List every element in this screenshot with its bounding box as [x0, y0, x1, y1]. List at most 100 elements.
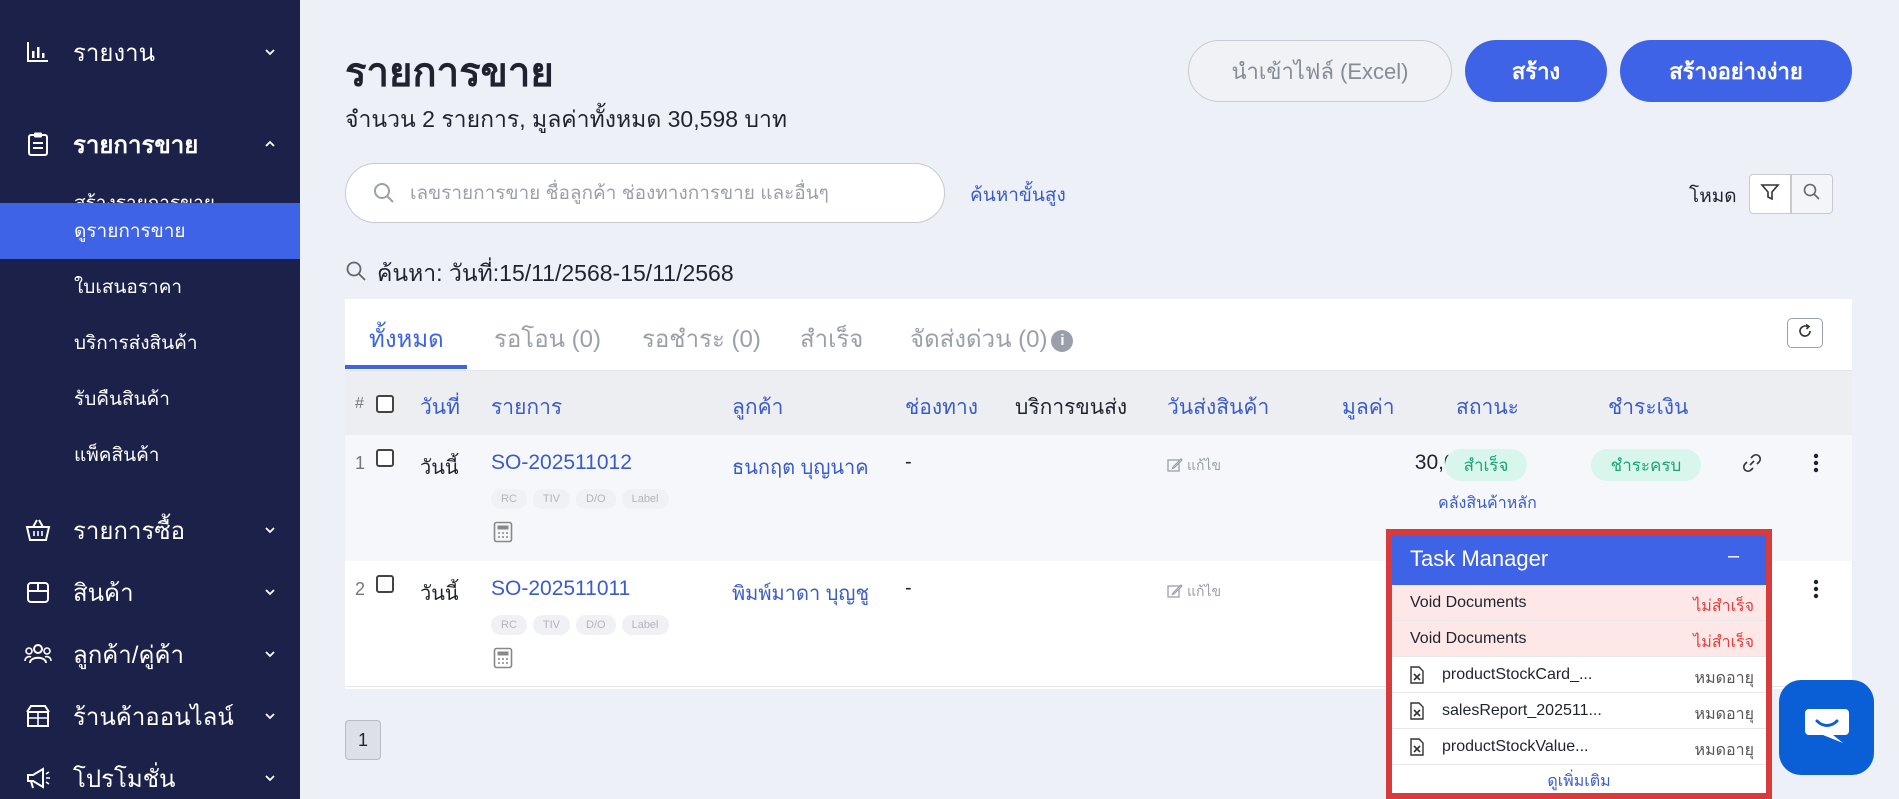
col-status[interactable]: สถานะ — [1456, 391, 1519, 424]
col-payment[interactable]: ชำระเงิน — [1608, 391, 1688, 424]
file-name: productStockValue... — [1442, 738, 1589, 755]
sidebar-item-label: รายการขาย — [73, 131, 199, 159]
search-box — [345, 163, 945, 223]
tab-express-shipping[interactable]: จัดส่งด่วน (0) i — [910, 319, 1074, 358]
warehouse-link[interactable]: คลังสินค้าหลัก — [1438, 491, 1537, 516]
tag-label[interactable]: Label — [621, 489, 669, 509]
payment-badge: ชำระครบ — [1591, 449, 1701, 481]
import-excel-button[interactable]: นำเข้าไฟล์ (Excel) — [1188, 40, 1452, 102]
tab-express-label: จัดส่งด่วน (0) — [910, 326, 1048, 353]
tab-pending-payment[interactable]: รอชำระ (0) — [642, 319, 761, 358]
tag-label[interactable]: Label — [621, 615, 669, 635]
view-more-link[interactable]: ดูเพิ่มเติม — [1392, 769, 1766, 793]
task-status: ไม่สำเร็จ — [1693, 598, 1754, 615]
tab-active-indicator — [345, 365, 467, 369]
tag-rc[interactable]: RC — [491, 489, 527, 509]
simple-create-button[interactable]: สร้างอย่างง่าย — [1620, 40, 1852, 102]
search-icon — [1802, 182, 1822, 207]
edit-ship-date[interactable]: แก้ไข — [1167, 455, 1221, 477]
page-title: รายการขาย — [345, 51, 554, 95]
task-manager-header[interactable]: Task Manager – — [1392, 535, 1766, 585]
mode-label: โหมด — [1689, 186, 1737, 207]
row-number: 1 — [355, 453, 366, 473]
search-mode-button[interactable] — [1791, 174, 1833, 214]
order-link[interactable]: SO-202511012 — [491, 451, 632, 475]
edit-icon — [1167, 457, 1183, 476]
sidebar-subitem-delivery[interactable]: บริการส่งสินค้า — [0, 315, 300, 371]
page-summary: จำนวน 2 รายการ, มูลค่าทั้งหมด 30,598 บาท — [345, 106, 788, 132]
search-input[interactable] — [410, 178, 930, 210]
sidebar-item-promotions[interactable]: โปรโมชั่น — [0, 750, 300, 799]
select-all-checkbox[interactable] — [376, 395, 394, 413]
sidebar-item-customers[interactable]: ลูกค้า/คู่ค้า — [0, 626, 300, 682]
document-tags: RC TIV D/O Label — [491, 615, 669, 635]
file-item[interactable]: salesReport_202511... หมดอายุ — [1392, 693, 1766, 729]
calculator-icon[interactable] — [493, 521, 513, 548]
row-checkbox[interactable] — [376, 575, 394, 593]
file-item[interactable]: productStockCard_... หมดอายุ — [1392, 657, 1766, 693]
file-status: หมดอายุ — [1694, 670, 1754, 687]
create-button[interactable]: สร้าง — [1465, 40, 1607, 102]
table-header: # วันที่ รายการ ลูกค้า ช่องทาง บริการขนส… — [345, 371, 1852, 435]
calculator-icon[interactable] — [493, 647, 513, 674]
tag-do[interactable]: D/O — [576, 489, 616, 509]
chevron-up-icon — [262, 136, 278, 152]
customer-link[interactable]: พิมพ์มาดา บุญชู — [732, 577, 869, 609]
col-order[interactable]: รายการ — [491, 391, 562, 424]
store-icon — [24, 702, 52, 730]
excel-file-icon — [1410, 666, 1424, 689]
file-name: salesReport_202511... — [1442, 702, 1602, 719]
box-icon — [24, 578, 52, 606]
sidebar-item-purchases[interactable]: รายการซื้อ — [0, 502, 300, 558]
task-manager-panel: Task Manager – Void Documents ไม่สำเร็จ … — [1386, 529, 1772, 799]
task-item[interactable]: Void Documents ไม่สำเร็จ — [1392, 585, 1766, 621]
task-item[interactable]: Void Documents ไม่สำเร็จ — [1392, 621, 1766, 657]
refresh-button[interactable] — [1787, 318, 1823, 348]
tab-bar: ทั้งหมด รอโอน (0) รอชำระ (0) สำเร็จ จัดส… — [345, 299, 1852, 371]
tab-completed[interactable]: สำเร็จ — [800, 319, 863, 358]
edit-icon — [1167, 583, 1183, 602]
col-ship-date[interactable]: วันส่งสินค้า — [1167, 391, 1269, 424]
tag-rc[interactable]: RC — [491, 615, 527, 635]
tag-do[interactable]: D/O — [576, 615, 616, 635]
link-icon[interactable] — [1742, 453, 1762, 478]
sidebar-subitem-packing[interactable]: แพ็คสินค้า — [0, 427, 300, 483]
sidebar-item-online-store[interactable]: ร้านค้าออนไลน์ — [0, 688, 300, 744]
edit-label: แก้ไข — [1187, 457, 1222, 473]
col-amount[interactable]: มูลค่า — [1342, 391, 1395, 424]
advanced-search-link[interactable]: ค้นหาขั้นสูง — [970, 180, 1066, 210]
tab-all[interactable]: ทั้งหมด — [369, 319, 444, 358]
col-channel[interactable]: ช่องทาง — [905, 391, 978, 424]
filter-mode-button[interactable] — [1749, 174, 1791, 214]
sidebar-item-products[interactable]: สินค้า — [0, 564, 300, 620]
sidebar-item-sales[interactable]: รายการขาย — [0, 116, 300, 172]
edit-ship-date[interactable]: แก้ไข — [1167, 581, 1221, 603]
col-num: # — [355, 395, 364, 412]
sidebar-subitem-view-sales[interactable]: ดูรายการขาย — [0, 203, 300, 259]
row-menu-icon[interactable] — [1813, 579, 1819, 603]
row-checkbox[interactable] — [376, 449, 394, 467]
tag-tiv[interactable]: TIV — [532, 615, 571, 635]
sidebar-subitem-quotation[interactable]: ใบเสนอราคา — [0, 259, 300, 315]
tab-pending-transfer[interactable]: รอโอน (0) — [494, 319, 601, 358]
basket-icon — [24, 516, 52, 544]
task-name: Void Documents — [1410, 630, 1527, 647]
pagination-page-button[interactable]: 1 — [345, 720, 381, 760]
minimize-button[interactable]: – — [1728, 545, 1739, 568]
col-shipping: บริการขนส่ง — [1015, 396, 1128, 419]
row-channel: - — [905, 451, 912, 473]
sidebar-subitem-returns[interactable]: รับคืนสินค้า — [0, 371, 300, 427]
sidebar-subitem-label: ดูรายการขาย — [74, 221, 186, 242]
row-menu-icon[interactable] — [1813, 453, 1819, 477]
file-item[interactable]: productStockValue... หมดอายุ — [1392, 729, 1766, 765]
sidebar-item-reports[interactable]: รายงาน — [0, 24, 300, 80]
sidebar-item-label: รายงาน — [73, 39, 156, 67]
col-customer[interactable]: ลูกค้า — [732, 391, 783, 424]
tag-tiv[interactable]: TIV — [532, 489, 571, 509]
task-status: ไม่สำเร็จ — [1693, 634, 1754, 651]
chat-button[interactable] — [1779, 680, 1874, 775]
col-date[interactable]: วันที่ — [420, 391, 460, 424]
customer-link[interactable]: ธนกฤต บุญนาค — [732, 451, 869, 483]
info-icon[interactable]: i — [1051, 329, 1074, 352]
order-link[interactable]: SO-202511011 — [491, 577, 630, 601]
